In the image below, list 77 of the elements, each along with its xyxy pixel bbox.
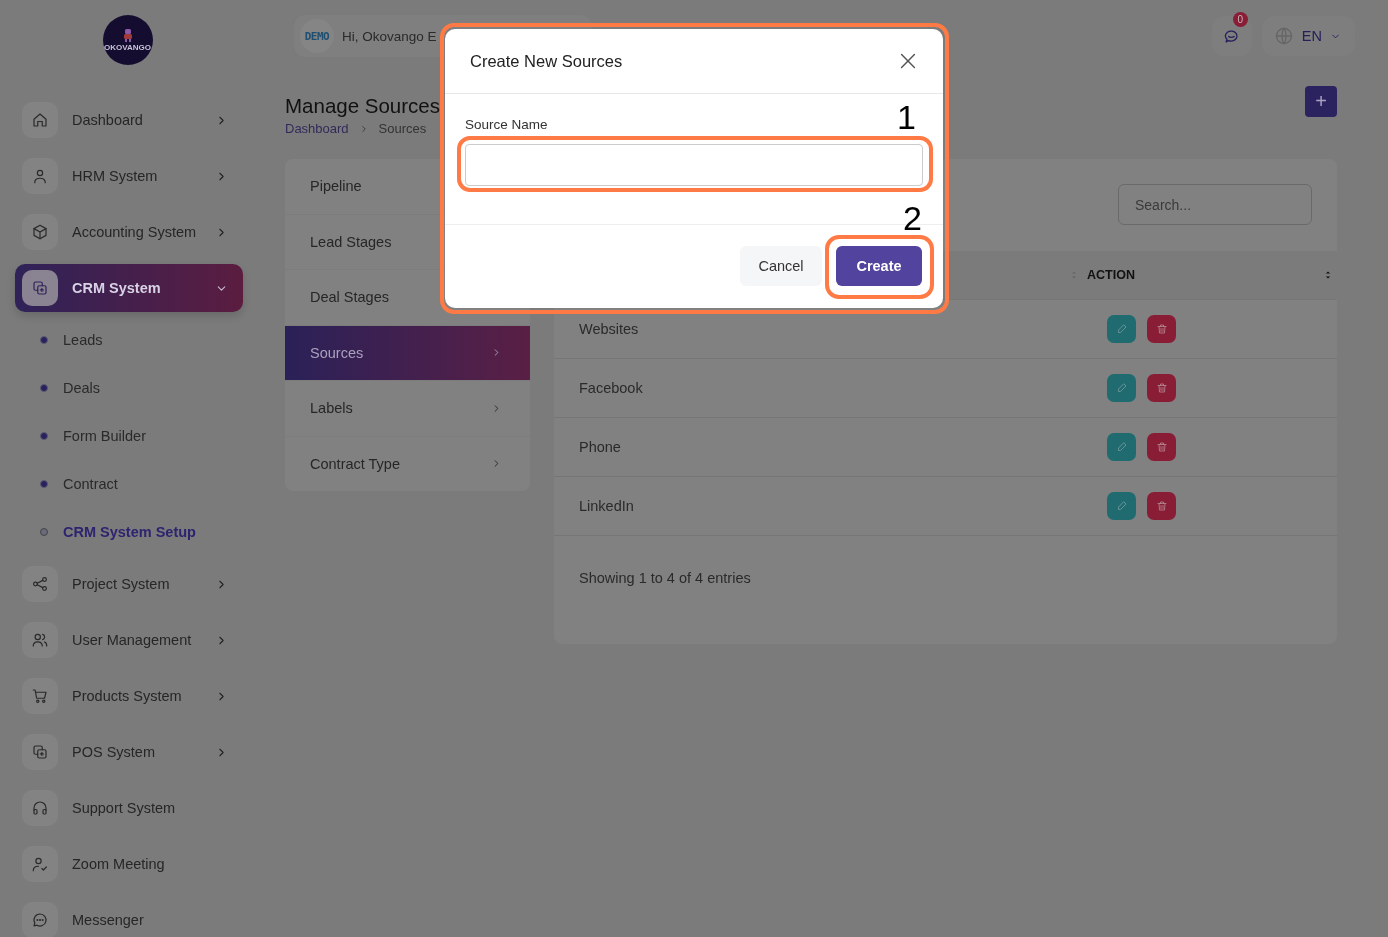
column-header: ACTION [1087,268,1135,282]
submenu-item[interactable]: Form Builder [40,412,255,460]
modal-title: Create New Sources [470,51,623,71]
submenu-item[interactable]: Deals [40,364,255,412]
edit-button[interactable] [1107,374,1136,402]
create-button[interactable]: Create [836,246,922,286]
sidebar-item[interactable]: POS System [15,728,243,776]
add-button[interactable]: + [1305,86,1337,117]
table-cell-text: Phone [578,439,622,455]
source-name-field[interactable] [465,144,923,186]
bullet-icon [40,432,48,440]
delete-button[interactable] [1147,374,1176,402]
settings-menu-item[interactable]: Sources [285,325,530,381]
cube-icon [31,223,49,241]
user-greeting: Hi, Okovango E [342,28,437,44]
sort-icon [1323,269,1333,281]
sidebar-item[interactable]: Project System [15,560,243,608]
page-title: Manage Sources [285,93,440,119]
sidebar-item[interactable]: HRM System [15,152,243,200]
mascot-icon [121,28,134,42]
delete-button[interactable] [1147,315,1176,343]
sidebar-item[interactable]: Accounting System [15,208,243,256]
globe-icon [1273,26,1294,46]
table-footer-text: Showing 1 to 4 of 4 entries [578,569,752,586]
sidebar-item[interactable]: CRM System [15,264,243,312]
search-field[interactable]: Search... [1118,184,1312,225]
notification-badge: 0 [1232,12,1248,27]
delete-button[interactable] [1147,492,1176,520]
table-cell-text: Facebook [578,380,644,396]
stacked-squares-icon [31,743,49,761]
chat-bubble-icon [31,911,49,929]
settings-menu-item[interactable]: Contract Type [285,436,530,491]
home-icon [31,111,49,129]
cancel-button[interactable]: Cancel [740,246,822,286]
pencil-icon [1115,382,1128,394]
submenu-item[interactable]: Contract [40,460,255,508]
edit-button[interactable] [1107,315,1136,343]
submenu-item[interactable]: Leads [40,316,255,364]
pencil-icon [1115,323,1128,335]
trash-icon [1155,441,1168,453]
annotation-number: 1 [897,100,916,134]
cart-icon [31,687,49,705]
bullet-icon [40,480,48,488]
people-icon [31,631,49,649]
stacked-squares-icon [31,279,49,297]
sidebar-item[interactable]: Support System [15,784,243,832]
share-icon [31,575,49,593]
pencil-icon [1115,441,1128,453]
table-cell-text: LinkedIn [578,498,635,514]
bullet-icon [40,384,48,392]
settings-menu-item[interactable]: Labels [285,381,530,437]
edit-button[interactable] [1107,433,1136,461]
sidebar-item[interactable]: Products System [15,672,243,720]
annotation-number: 2 [903,201,922,235]
demo-logo: DEMO [300,19,334,53]
sidebar-item[interactable]: Zoom Meeting [15,840,243,888]
breadcrumb-current: Sources [378,121,427,136]
sidebar-item[interactable]: Messenger [15,896,243,937]
table-cell-text: Websites [578,321,640,337]
headset-icon [31,799,49,817]
logo-text: OKOVANGO [104,43,151,52]
bullet-icon [40,336,48,344]
bullet-icon [40,528,48,536]
breadcrumb-link[interactable]: Dashboard [285,121,349,136]
logo[interactable]: OKOVANGO [102,15,153,65]
person-check-icon [31,855,49,873]
trash-icon [1155,500,1168,512]
submenu-item[interactable]: CRM System Setup [40,508,255,556]
pencil-icon [1115,500,1128,512]
trash-icon [1155,323,1168,335]
edit-button[interactable] [1107,492,1136,520]
sidebar-item[interactable]: Dashboard [15,96,243,144]
delete-button[interactable] [1147,433,1176,461]
person-icon [31,167,49,185]
trash-icon [1155,382,1168,394]
sidebar-item[interactable]: User Management [15,616,243,664]
field-label: Source Name [465,117,548,132]
